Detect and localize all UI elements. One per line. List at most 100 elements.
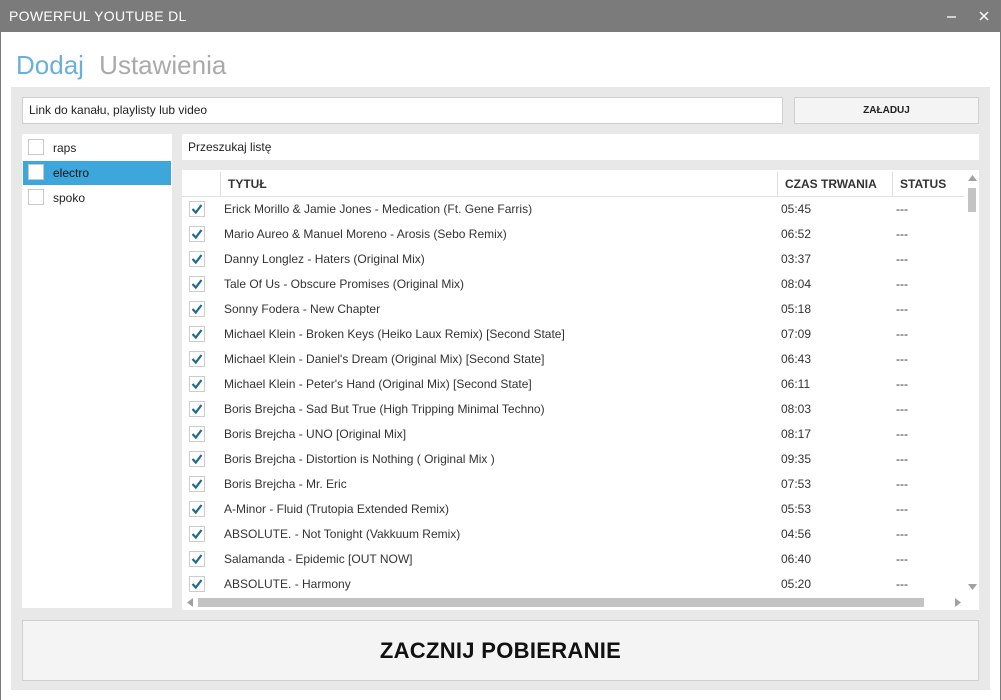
row-checkbox[interactable] <box>189 226 205 242</box>
tab-ustawienia[interactable]: Ustawienia <box>99 50 226 81</box>
table-row[interactable]: Tale Of Us - Obscure Promises (Original … <box>182 271 964 296</box>
row-checkbox[interactable] <box>189 576 205 592</box>
checkmark-icon <box>191 329 203 340</box>
row-checkbox[interactable] <box>189 376 205 392</box>
table-row[interactable]: Salamanda - Epidemic [OUT NOW] 06:40 --- <box>182 546 964 571</box>
table-row[interactable]: Michael Klein - Daniel's Dream (Original… <box>182 346 964 371</box>
arrow-down-icon[interactable] <box>968 584 977 590</box>
row-checkbox[interactable] <box>189 326 205 342</box>
url-input[interactable]: Link do kanału, playlisty lub video <box>22 97 783 124</box>
row-title: Michael Klein - Broken Keys (Heiko Laux … <box>224 327 565 341</box>
row-duration: 08:04 <box>781 277 812 291</box>
row-status: --- <box>896 527 908 541</box>
arrow-left-icon[interactable] <box>187 598 193 607</box>
row-duration: 05:18 <box>781 302 812 316</box>
table-row[interactable]: Erick Morillo & Jamie Jones - Medication… <box>182 196 964 221</box>
column-divider[interactable] <box>220 172 221 196</box>
row-checkbox[interactable] <box>189 501 205 517</box>
table-row[interactable]: A-Minor - Fluid (Trutopia Extended Remix… <box>182 496 964 521</box>
start-download-button[interactable]: ZACZNIJ POBIERANIE <box>22 620 979 681</box>
column-header-duration[interactable]: CZAS TRWANIA <box>785 177 877 191</box>
table-row[interactable]: Michael Klein - Peter's Hand (Original M… <box>182 371 964 396</box>
checkmark-icon <box>191 254 203 265</box>
minimize-button[interactable] <box>941 6 963 26</box>
table-row[interactable]: ABSOLUTE. - Not Tonight (Vakkuum Remix) 0… <box>182 521 964 546</box>
vertical-scroll-thumb[interactable] <box>968 188 976 212</box>
table-row[interactable]: Boris Brejcha - Mr. Eric 07:53 --- <box>182 471 964 496</box>
table-row[interactable]: Boris Brejcha - Sad But True (High Tripp… <box>182 396 964 421</box>
table-row[interactable]: Boris Brejcha - UNO [Original Mix] 08:17 -… <box>182 421 964 446</box>
row-duration: 08:03 <box>781 402 812 416</box>
row-duration: 06:52 <box>781 227 812 241</box>
sidebar-checkbox[interactable] <box>28 189 44 205</box>
arrow-right-icon[interactable] <box>955 598 961 607</box>
table-row[interactable]: Danny Longlez - Haters (Original Mix) 03:… <box>182 246 964 271</box>
window-title: POWERFUL YOUTUBE DL <box>9 8 187 24</box>
row-title: Sonny Fodera - New Chapter <box>224 302 381 316</box>
row-duration: 07:53 <box>781 477 812 491</box>
row-status: --- <box>896 577 908 591</box>
list-header: TYTUŁ CZAS TRWANIA STATUS <box>182 170 964 197</box>
row-status: --- <box>896 302 908 316</box>
row-checkbox[interactable] <box>189 276 205 292</box>
row-title: ABSOLUTE. - Harmony <box>224 577 351 591</box>
row-title: Boris Brejcha - UNO [Original Mix] <box>224 427 407 441</box>
row-title: Boris Brejcha - Mr. Eric <box>224 477 347 491</box>
column-header-status[interactable]: STATUS <box>900 177 946 191</box>
row-title: Tale Of Us - Obscure Promises (Original … <box>224 277 465 291</box>
checkmark-icon <box>191 554 203 565</box>
row-checkbox[interactable] <box>189 251 205 267</box>
table-row[interactable]: Mario Aureo & Manuel Moreno - Arosis (Se… <box>182 221 964 246</box>
sidebar-checkbox[interactable] <box>28 164 44 180</box>
checkmark-icon <box>191 304 203 315</box>
row-status: --- <box>896 402 908 416</box>
column-divider[interactable] <box>777 172 778 196</box>
window-border-left <box>0 32 1 700</box>
row-title: Salamanda - Epidemic [OUT NOW] <box>224 552 413 566</box>
search-input[interactable]: Przeszukaj listę <box>182 134 979 160</box>
row-duration: 04:56 <box>781 527 812 541</box>
checkmark-icon <box>191 579 203 590</box>
row-title: Erick Morillo & Jamie Jones - Medication… <box>224 202 533 216</box>
close-button[interactable] <box>973 6 995 26</box>
sidebar-item-spoko[interactable]: spoko <box>23 186 171 210</box>
tab-dodaj[interactable]: Dodaj <box>16 50 84 81</box>
column-header-title[interactable]: TYTUŁ <box>228 177 267 191</box>
horizontal-scrollbar[interactable] <box>182 594 979 610</box>
row-checkbox[interactable] <box>189 451 205 467</box>
row-status: --- <box>896 427 908 441</box>
sidebar-item-raps[interactable]: raps <box>23 136 171 160</box>
row-checkbox[interactable] <box>189 401 205 417</box>
row-checkbox[interactable] <box>189 426 205 442</box>
row-checkbox[interactable] <box>189 551 205 567</box>
row-title: ABSOLUTE. - Not Tonight (Vakkuum Remix) <box>224 527 461 541</box>
table-row[interactable]: Boris Brejcha - Distortion is Nothing ( … <box>182 446 964 471</box>
sidebar-item-label: raps <box>53 141 77 155</box>
row-checkbox[interactable] <box>189 201 205 217</box>
row-duration: 06:11 <box>781 377 811 391</box>
row-status: --- <box>896 477 908 491</box>
table-row[interactable]: ABSOLUTE. - Harmony 05:20 --- <box>182 571 964 596</box>
minimize-icon <box>947 16 956 18</box>
arrow-up-icon[interactable] <box>968 175 977 181</box>
table-row[interactable]: Sonny Fodera - New Chapter 05:18 --- <box>182 296 964 321</box>
column-divider[interactable] <box>892 172 893 196</box>
checkmark-icon <box>191 279 203 290</box>
sidebar-item-electro[interactable]: electro <box>23 161 171 185</box>
sidebar-checkbox[interactable] <box>28 139 44 155</box>
horizontal-scroll-thumb[interactable] <box>198 598 924 607</box>
checkmark-icon <box>191 229 203 240</box>
load-button[interactable]: ZAŁADUJ <box>794 97 979 124</box>
sidebar-item-label: electro <box>53 166 90 180</box>
row-checkbox[interactable] <box>189 526 205 542</box>
playlist-sidebar: raps electro spoko <box>22 134 172 608</box>
row-status: --- <box>896 252 908 266</box>
vertical-scrollbar[interactable] <box>966 170 979 594</box>
row-checkbox[interactable] <box>189 301 205 317</box>
row-checkbox[interactable] <box>189 351 205 367</box>
row-title: Michael Klein - Daniel's Dream (Original… <box>224 352 545 366</box>
checkmark-icon <box>191 454 203 465</box>
table-row[interactable]: Michael Klein - Broken Keys (Heiko Laux … <box>182 321 964 346</box>
row-status: --- <box>896 452 908 466</box>
row-checkbox[interactable] <box>189 476 205 492</box>
